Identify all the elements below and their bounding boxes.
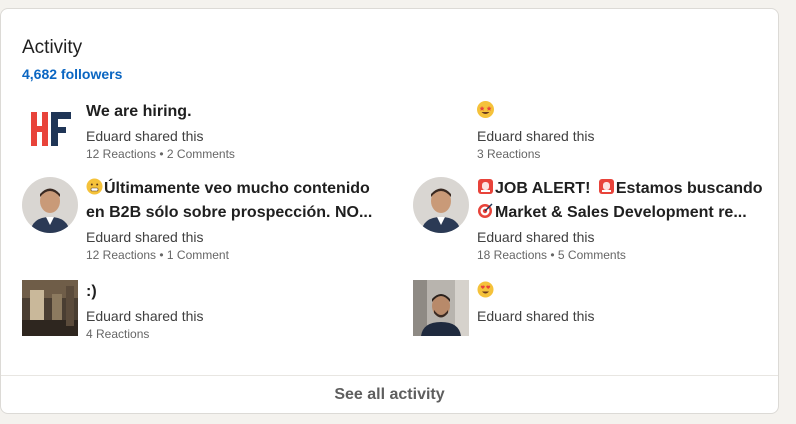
post-title: :) [86,283,97,300]
activity-post[interactable]: Eduard shared this 3 Reactions [413,100,773,162]
grimacing-emoji-icon [86,178,103,195]
post-title-line1: JOB ALERT! [495,180,591,197]
activity-post[interactable]: :) Eduard shared this 4 Reactions [22,280,392,342]
post-body: Últimamente veo mucho contenido en B2B s… [86,177,372,263]
post-title-line1: Últimamente veo mucho contenido [104,180,370,197]
post-title: We are hiring. [86,103,192,120]
activity-post[interactable]: Últimamente veo mucho contenido en B2B s… [22,177,392,265]
post-title: JOB ALERT! Estamos buscando [477,177,763,201]
profile-photo-icon [22,177,78,233]
profile-photo-icon [413,177,469,233]
post-shared-by: Eduard shared this [477,128,595,144]
post-title-line2: Market & Sales Development re... [495,204,747,221]
siren-emoji-icon [477,178,494,195]
video-thumbnail-icon [413,280,469,336]
followers-link[interactable]: 4,682 followers [22,66,122,82]
post-shared-by: Eduard shared this [477,229,595,245]
post-reactions: 12 Reactions • 2 Comments [86,147,235,161]
post-reactions: 3 Reactions [477,147,541,161]
post-body: :) Eduard shared this 4 Reactions [86,280,204,342]
post-title-line2-wrap: Market & Sales Development re... [477,201,763,225]
post-body: We are hiring. Eduard shared this 12 Rea… [86,100,235,162]
post-body: Eduard shared this [477,280,595,326]
post-title [477,280,595,304]
post-title-line2: en B2B sólo sobre prospección. NO... [86,204,373,221]
post-shared-by: Eduard shared this [86,229,204,245]
post-shared-by: Eduard shared this [86,128,204,144]
post-reactions: 4 Reactions [86,327,150,341]
post-reactions: 18 Reactions • 5 Comments [477,248,626,262]
star-struck-emoji-icon [477,101,494,118]
post-shared-by: Eduard shared this [86,308,204,324]
post-title-line1b: Estamos buscando [615,180,763,197]
activity-card: Activity 4,682 followers We are hiring. … [0,8,779,414]
activity-post[interactable]: We are hiring. Eduard shared this 12 Rea… [22,100,392,162]
post-title: Últimamente veo mucho contenido [86,177,372,201]
room-photo-icon [22,280,78,336]
section-title: Activity [22,37,83,58]
heart-eyes-emoji-icon [477,281,494,298]
post-title [477,100,595,124]
hf-logo-icon [22,100,78,156]
see-all-activity-button[interactable]: See all activity [1,376,778,414]
activity-post[interactable]: Eduard shared this [413,280,773,340]
activity-post[interactable]: JOB ALERT! Estamos buscando Market & Sal… [413,177,773,265]
dart-emoji-icon [477,202,494,219]
post-shared-by: Eduard shared this [477,308,595,324]
post-reactions: 12 Reactions • 1 Comment [86,248,229,262]
siren-emoji-icon [598,178,615,195]
post-body: Eduard shared this 3 Reactions [477,100,595,162]
post-body: JOB ALERT! Estamos buscando Market & Sal… [477,177,763,263]
